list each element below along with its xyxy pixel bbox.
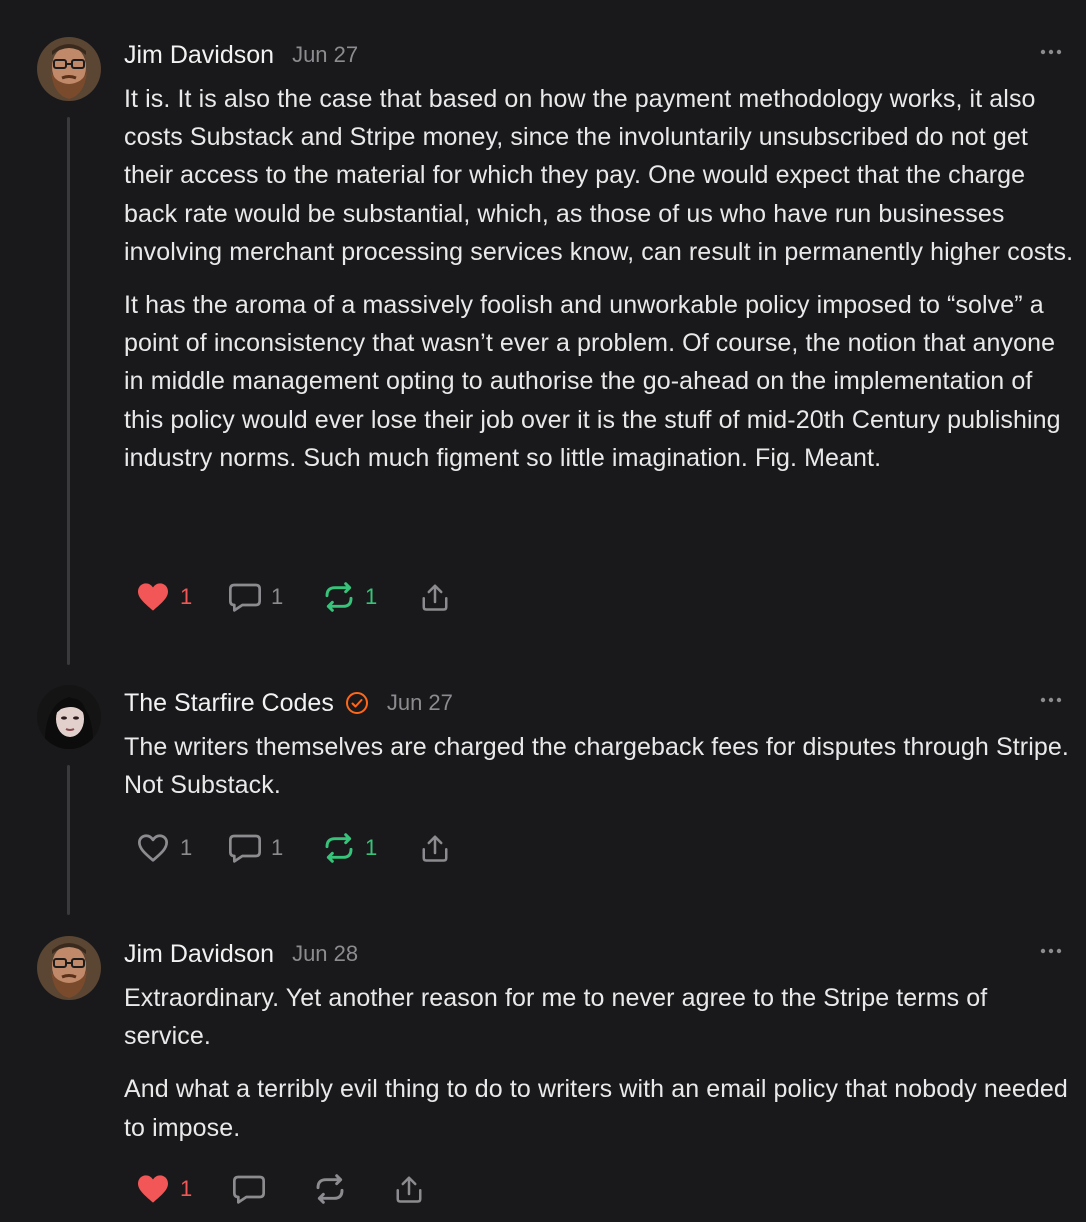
comment-body: The writers themselves are charged the c…	[124, 728, 1074, 819]
comment-body: Extraordinary. Yet another reason for me…	[124, 979, 1074, 1162]
share-button[interactable]	[420, 579, 450, 615]
thread-line	[67, 765, 70, 915]
heart-outline-icon	[137, 834, 168, 862]
comment-header: Jim Davidson Jun 28	[124, 936, 358, 972]
restack-icon	[316, 1174, 344, 1204]
share-icon	[396, 1176, 422, 1203]
comment-header: The Starfire Codes Jun 27	[124, 685, 453, 721]
comment-bubble-icon	[233, 1175, 265, 1204]
comment-date[interactable]: Jun 27	[292, 42, 358, 68]
avatar[interactable]	[37, 685, 101, 749]
more-options-icon[interactable]	[1039, 946, 1063, 956]
reply-count: 1	[271, 584, 284, 609]
avatar[interactable]	[37, 936, 101, 1000]
share-button[interactable]	[420, 830, 450, 866]
comment-paragraph: It has the aroma of a massively foolish …	[124, 291, 1061, 472]
comment-bubble-icon	[229, 834, 261, 863]
more-options-icon[interactable]	[1039, 695, 1063, 705]
comment-actions: 1	[136, 1171, 536, 1207]
like-count: 1	[180, 1176, 193, 1201]
reply-button[interactable]: 1	[229, 579, 283, 615]
like-count: 1	[180, 835, 193, 860]
comment-body: It is. It is also the case that based on…	[124, 80, 1074, 492]
comment-bubble-icon	[229, 583, 261, 612]
author-name[interactable]: The Starfire Codes	[124, 689, 334, 718]
comment-date[interactable]: Jun 28	[292, 941, 358, 967]
like-button[interactable]: 1	[136, 1171, 192, 1207]
like-button[interactable]: 1	[136, 579, 192, 615]
restack-count: 1	[365, 835, 378, 860]
reply-button[interactable]	[233, 1171, 265, 1207]
verified-badge-icon	[345, 691, 369, 715]
author-name[interactable]: Jim Davidson	[124, 940, 274, 969]
reply-button[interactable]: 1	[229, 830, 283, 866]
restack-icon	[325, 833, 353, 863]
comment-paragraph: And what a terribly evil thing to do to …	[124, 1075, 1068, 1142]
restack-button[interactable]	[314, 1171, 346, 1207]
comment-paragraph: It is. It is also the case that based on…	[124, 85, 1074, 266]
dark-haired-woman-avatar-icon	[37, 685, 101, 749]
thread-line	[67, 117, 70, 665]
share-icon	[422, 584, 448, 611]
comment-paragraph: The writers themselves are charged the c…	[124, 733, 1069, 800]
author-name[interactable]: Jim Davidson	[124, 41, 274, 70]
restack-icon	[325, 582, 353, 612]
bearded-man-avatar-icon	[37, 37, 101, 101]
reply-count: 1	[271, 835, 284, 860]
share-button[interactable]	[394, 1171, 424, 1207]
more-options-icon[interactable]	[1039, 47, 1063, 57]
restack-button[interactable]: 1	[323, 830, 377, 866]
heart-filled-icon	[138, 583, 168, 611]
restack-count: 1	[365, 584, 378, 609]
comment-actions: 1 1 1	[136, 830, 536, 866]
restack-button[interactable]: 1	[323, 579, 377, 615]
like-button[interactable]: 1	[136, 830, 192, 866]
like-count: 1	[180, 584, 193, 609]
comment-header: Jim Davidson Jun 27	[124, 37, 358, 73]
comment-actions: 1 1 1	[136, 579, 536, 615]
comment-date[interactable]: Jun 27	[387, 690, 453, 716]
share-icon	[422, 835, 448, 862]
avatar[interactable]	[37, 37, 101, 101]
bearded-man-avatar-icon	[37, 936, 101, 1000]
comment-paragraph: Extraordinary. Yet another reason for me…	[124, 984, 988, 1051]
heart-filled-icon	[138, 1175, 168, 1203]
